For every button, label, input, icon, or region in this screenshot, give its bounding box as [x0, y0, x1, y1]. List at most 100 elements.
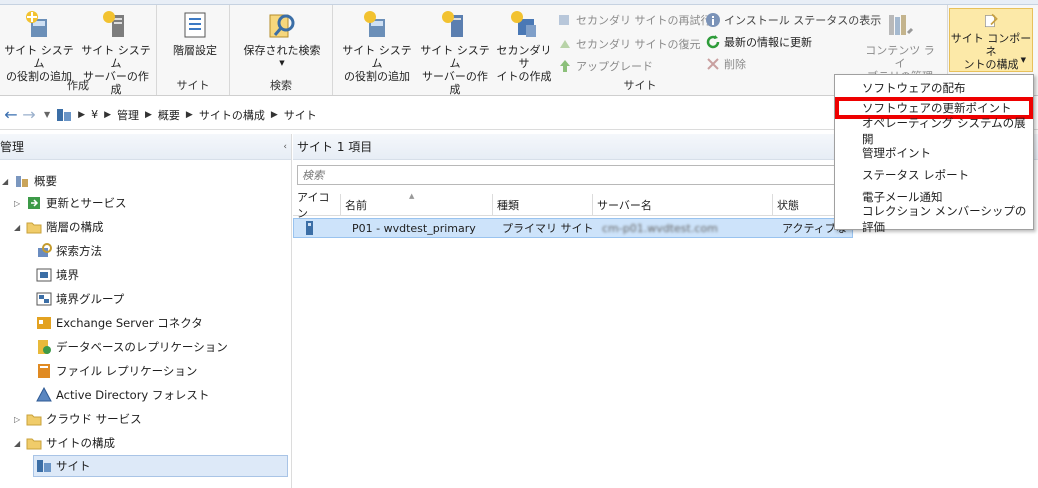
add-site-system-role-button-2[interactable]: サイト システム の役割の追加 [341, 9, 413, 83]
hierarchy-settings-button[interactable]: 階層設定 [167, 9, 223, 57]
saved-search-label: 保存された検索 [243, 44, 321, 57]
refresh-button[interactable]: 最新の情報に更新 [705, 33, 812, 51]
refresh-icon [706, 35, 720, 49]
tree-item-file-replication[interactable]: ファイル レプリケーション [36, 360, 197, 382]
breadcrumb-root[interactable]: ¥ [91, 108, 98, 121]
column-header-server[interactable]: サーバー名 [593, 194, 773, 216]
column-header-name[interactable]: 名前 ▲ [341, 192, 493, 216]
site-components-icon [985, 13, 998, 28]
breadcrumb-overview[interactable]: 概要 [158, 107, 180, 123]
tree-item-boundary-groups[interactable]: 境界グループ [36, 288, 124, 310]
retry-secondary-label: セカンダリ サイトの再試行 [576, 14, 712, 27]
tree-item-label: 探索方法 [56, 244, 102, 258]
tree-item-ad-forests[interactable]: Active Directory フォレスト [36, 384, 209, 406]
retry-secondary-button[interactable]: セカンダリ サイトの再試行 [557, 11, 712, 29]
cell-type: プライマリ サイト [502, 222, 594, 235]
delete-x-icon [707, 58, 719, 70]
menu-item-collection-evaluation[interactable]: コレクション メンバーシップの評価 [835, 204, 1033, 234]
tree-item-site-config[interactable]: ◢ サイトの構成 [14, 432, 115, 454]
tree-header: 管理 ‹ [0, 134, 291, 160]
group-label-search: 検索 [270, 79, 292, 92]
recover-icon [560, 40, 570, 48]
group-label-create: 作成 [67, 79, 89, 92]
sort-ascending-icon: ▲ [409, 192, 415, 200]
collapse-pane-icon[interactable]: ‹ [283, 142, 287, 152]
folder-icon [26, 414, 42, 426]
breadcrumb-separator-icon: ▶ [185, 109, 193, 120]
tree-item-label: サイト [56, 459, 91, 473]
tree-item-exchange-connector[interactable]: Exchange Server コネクタ [36, 312, 203, 334]
breadcrumb-sites[interactable]: サイト [284, 107, 317, 123]
saved-search-button[interactable]: 保存された検索 ▼ [240, 9, 324, 70]
tree-item-sites[interactable]: サイト [33, 455, 288, 477]
breadcrumb-site-config[interactable]: サイトの構成 [199, 107, 265, 123]
hierarchy-settings-icon [184, 12, 206, 38]
site-node-icon [57, 108, 72, 121]
menu-item-os-deployment[interactable]: オペレーティング システムの展開 [835, 116, 1033, 146]
cell-server: cm-p01.wvdtest.com [602, 221, 718, 235]
breadcrumb-separator-icon: ▶ [104, 109, 111, 120]
menu-item-management-point[interactable]: 管理ポイント [835, 142, 1033, 164]
ad-forest-icon [36, 387, 52, 402]
content-library-icon [889, 15, 914, 35]
tree-item-label: 境界グループ [56, 292, 125, 306]
tree-item-label: 階層の構成 [46, 220, 104, 234]
ribbon-group-create: サイト システム の役割の追加 サイト システム サーバーの作成 作成 [0, 5, 157, 96]
dropdown-arrow-icon: ▼ [1020, 56, 1026, 64]
tree-item-boundaries[interactable]: 境界 [36, 264, 79, 286]
primary-site-icon [306, 221, 313, 235]
delete-button[interactable]: 削除 [705, 55, 746, 73]
tree-item-hierarchy-config[interactable]: ◢ 階層の構成 [14, 216, 104, 238]
upgrade-button[interactable]: アップグレード [557, 57, 653, 75]
tree-item-updates-servicing[interactable]: ▷ 更新とサービス [14, 192, 127, 214]
ribbon-group-site: 階層設定 サイト [157, 5, 230, 95]
breadcrumb-admin[interactable]: 管理 [117, 107, 139, 123]
tree-item-discovery-methods[interactable]: 探索方法 [36, 240, 102, 262]
recover-secondary-button[interactable]: セカンダリ サイトの復元 [557, 35, 701, 53]
column-header-icon[interactable]: アイコン [293, 191, 341, 220]
collapsed-arrow-icon[interactable]: ▷ [14, 415, 26, 424]
tree-item-label: サイトの構成 [46, 436, 115, 450]
tree-item-label: 更新とサービス [46, 196, 127, 210]
breadcrumb-separator-icon: ▶ [145, 109, 152, 120]
tree-item-database-replication[interactable]: データベースのレプリケーション [36, 336, 228, 358]
tree-item-label: データベースのレプリケーション [56, 340, 228, 354]
tree-item-cloud-services[interactable]: ▷ クラウド サービス [14, 408, 142, 430]
add-site-system-role-button[interactable]: サイト システム の役割の追加 [4, 9, 74, 83]
tree-item-overview[interactable]: ◢ 概要 [2, 170, 57, 192]
ribbon-group-search: 保存された検索 ▼ 検索 [230, 5, 333, 95]
delete-label: 削除 [724, 58, 746, 71]
forward-arrow-icon[interactable]: → [20, 105, 38, 124]
expanded-arrow-icon[interactable]: ◢ [14, 439, 26, 448]
recover-secondary-label: セカンダリ サイトの復元 [576, 38, 701, 51]
column-header-type[interactable]: 種類 [493, 194, 593, 216]
refresh-label: 最新の情報に更新 [724, 36, 812, 49]
breadcrumb-separator-icon: ▶ [270, 109, 278, 120]
column-header-name-label: 名前 [345, 198, 367, 212]
install-status-label: インストール ステータスの表示 [724, 14, 882, 27]
site-role-add-icon [26, 11, 47, 37]
expanded-arrow-icon[interactable]: ◢ [2, 177, 14, 186]
folder-icon [26, 222, 42, 234]
install-status-button[interactable]: インストール ステータスの表示 [705, 11, 881, 29]
expanded-arrow-icon[interactable]: ◢ [14, 223, 26, 232]
upgrade-arrow-icon [560, 60, 570, 72]
menu-item-software-distribution[interactable]: ソフトウェアの配布 [835, 77, 1033, 99]
menu-item-status-reporting[interactable]: ステータス レポート [835, 164, 1033, 186]
tree-item-label: Active Directory フォレスト [56, 388, 210, 402]
table-row[interactable]: P01 - wvdtest_primary プライマリ サイト cm-p01.w… [293, 218, 853, 238]
search-input[interactable]: 検索 [297, 165, 857, 185]
file-replication-icon [38, 364, 50, 378]
back-arrow-icon[interactable]: ← [2, 105, 20, 124]
history-dropdown-icon[interactable]: ▼ [44, 110, 50, 119]
tree-item-label: 概要 [34, 174, 57, 188]
manage-content-library-button[interactable]: コンテンツ ライ ブラリの管理 [863, 9, 937, 83]
site-components-menu: ソフトウェアの配布 ソフトウェアの更新ポイント オペレーティング システムの展開… [834, 74, 1034, 234]
configure-site-components-button[interactable]: サイト コンポーネ ントの構成 ▼ [949, 8, 1033, 72]
hierarchy-settings-label: 階層設定 [173, 44, 217, 57]
overview-icon [16, 176, 28, 187]
collapsed-arrow-icon[interactable]: ▷ [14, 199, 26, 208]
create-secondary-site-button[interactable]: セカンダリ サ イトの作成 [493, 9, 555, 83]
site-icon [37, 460, 51, 472]
folder-icon [26, 438, 42, 450]
